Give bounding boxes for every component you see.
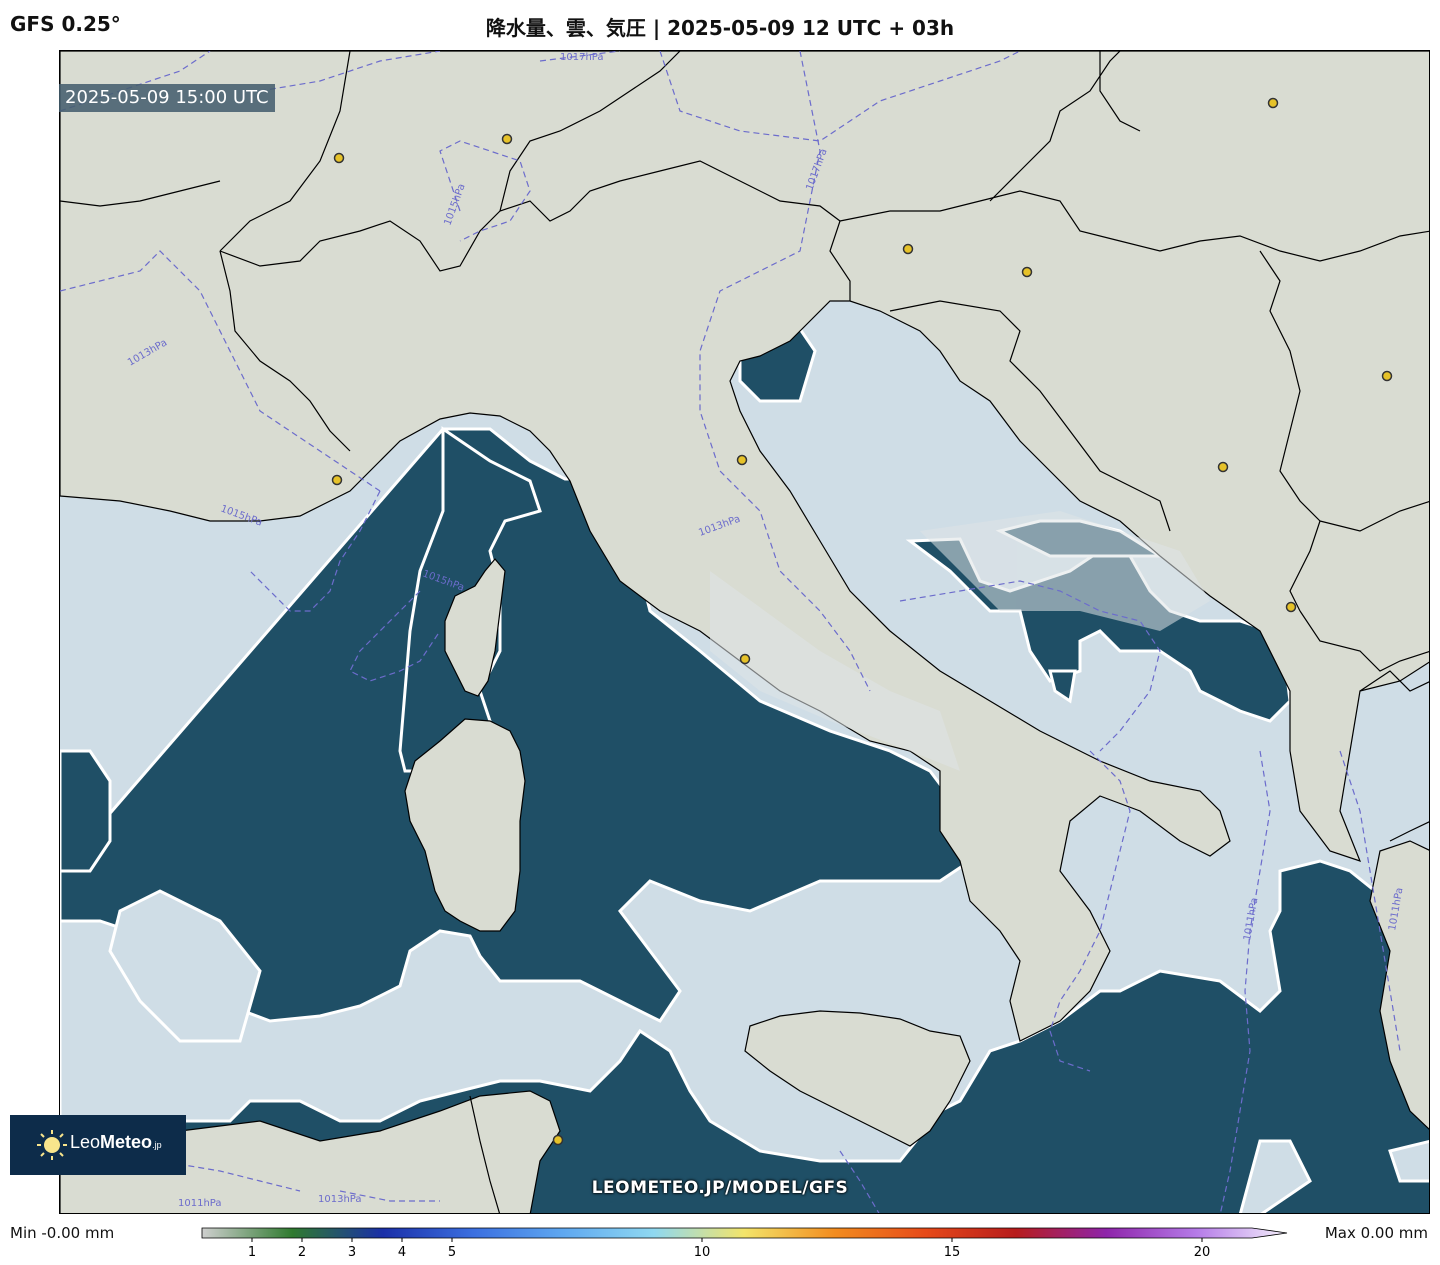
sun-icon — [37, 1130, 67, 1160]
colorbar-min-label: Min -0.00 mm — [10, 1224, 115, 1242]
logo-text-suffix: .jp — [152, 1140, 162, 1150]
city-marker — [501, 133, 513, 145]
colorbar-tick-label: 3 — [348, 1245, 356, 1260]
colorbar-tick-label: 1 — [248, 1245, 256, 1260]
logo-text: LeoMeteo.jp — [70, 1132, 162, 1153]
precipitation-colorbar: 1 2 3 4 5 10 15 20 — [201, 1227, 1288, 1260]
map-canvas: 1017hPa 1015hPa 1017hPa 1013hPa 1015hPa … — [60, 51, 1429, 1213]
leometeo-logo[interactable]: LeoMeteo.jp — [10, 1115, 186, 1175]
colorbar-tick-label: 15 — [944, 1245, 961, 1260]
city-marker — [1021, 266, 1033, 278]
logo-text-bold: Meteo — [100, 1132, 153, 1152]
chart-title: 降水量、雲、気圧 | 2025-05-09 12 UTC + 03h — [485, 16, 955, 40]
colorbar-tick-label: 2 — [298, 1245, 306, 1260]
valid-time-badge: 2025-05-09 15:00 UTC — [59, 84, 275, 112]
city-marker — [1267, 97, 1279, 109]
city-marker — [552, 1134, 564, 1146]
city-marker — [736, 454, 748, 466]
isobar-label: 1011hPa — [178, 1198, 222, 1209]
city-marker — [1381, 370, 1393, 382]
colorbar-tick-label: 10 — [694, 1245, 711, 1260]
colorbar-max-label: Max 0.00 mm — [1324, 1224, 1428, 1242]
colorbar-tick-label: 4 — [398, 1245, 406, 1260]
city-marker — [333, 152, 345, 164]
isobar-label: 1017hPa — [560, 52, 604, 63]
watermark-url: LEOMETEO.JP/MODEL/GFS — [591, 1178, 849, 1198]
colorbar-tick-label: 20 — [1194, 1245, 1211, 1260]
city-marker — [331, 474, 343, 486]
colorbar-tick-label: 5 — [448, 1245, 456, 1260]
city-marker — [1285, 601, 1297, 613]
logo-text-light: Leo — [70, 1132, 101, 1152]
city-marker — [902, 243, 914, 255]
weather-map[interactable]: 1017hPa 1015hPa 1017hPa 1013hPa 1015hPa … — [59, 50, 1430, 1214]
city-marker — [1217, 461, 1229, 473]
city-marker — [739, 653, 751, 665]
